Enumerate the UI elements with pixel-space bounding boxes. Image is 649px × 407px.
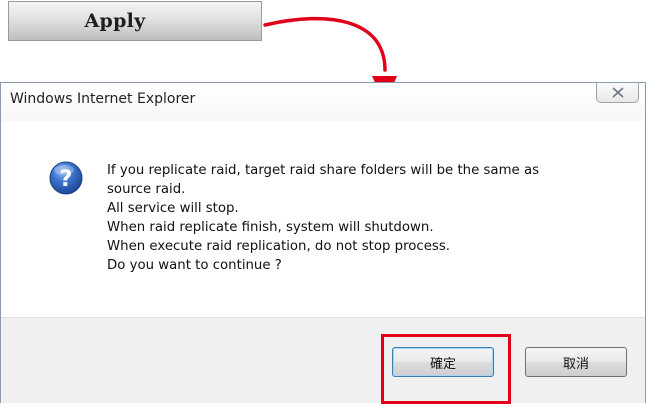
dialog-message: If you replicate raid, target raid share… — [107, 161, 627, 275]
ok-button-label: 確定 — [429, 356, 456, 372]
message-dialog: Windows Internet Explorer ? If you repli… — [0, 82, 646, 403]
question-icon: ? — [49, 161, 83, 195]
apply-button[interactable]: Apply — [8, 1, 262, 41]
dialog-title: Windows Internet Explorer — [10, 91, 196, 107]
screenshot-stage: Apply Windows Internet Explorer ? If you… — [0, 0, 649, 407]
message-line: Do you want to continue ? — [107, 258, 282, 273]
cancel-button[interactable]: 取消 — [525, 347, 627, 377]
message-line: All service will stop. — [107, 201, 239, 216]
ok-button[interactable]: 確定 — [392, 347, 494, 377]
message-line: When execute raid replication, do not st… — [107, 239, 450, 254]
message-line: If you replicate raid, target raid share… — [107, 163, 540, 178]
close-icon — [611, 87, 624, 98]
dialog-content: ? If you replicate raid, target raid sha… — [1, 121, 645, 317]
message-line: When raid replicate finish, system will … — [107, 220, 434, 235]
dialog-titlebar: Windows Internet Explorer — [1, 83, 645, 121]
svg-text:?: ? — [60, 167, 73, 192]
dialog-close-button[interactable] — [596, 83, 639, 103]
cancel-button-label: 取消 — [562, 356, 589, 372]
apply-button-label: Apply — [84, 10, 146, 32]
message-line: source raid. — [107, 182, 186, 197]
dialog-footer: 確定 取消 — [1, 317, 645, 403]
